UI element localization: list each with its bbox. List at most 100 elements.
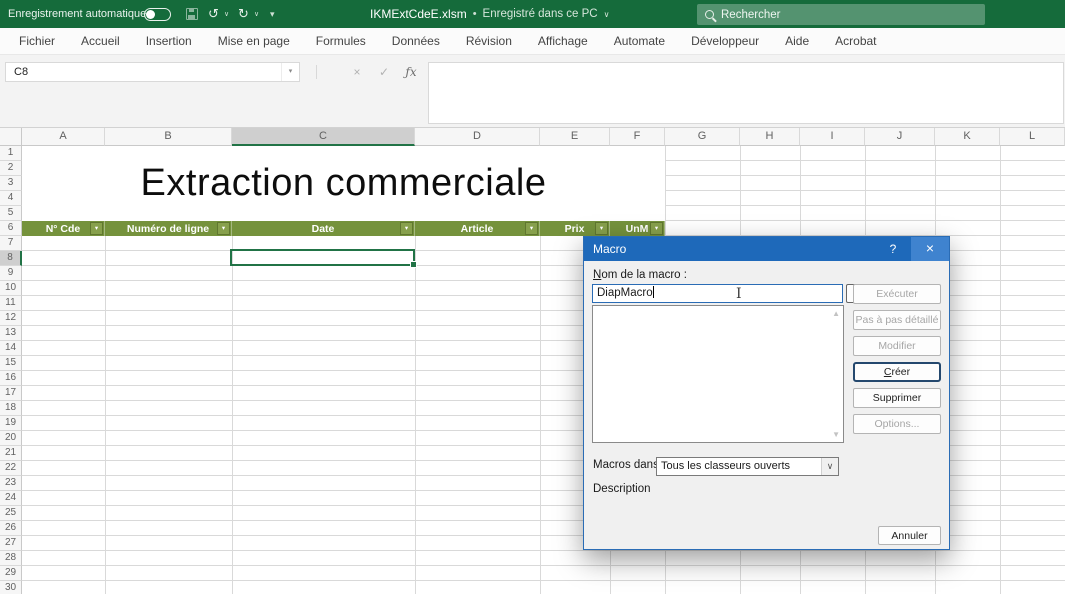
row-header[interactable]: 15: [0, 356, 22, 371]
scroll-up-icon[interactable]: ▲: [832, 309, 840, 318]
ribbon-tab[interactable]: Révision: [453, 28, 525, 54]
row-header[interactable]: 3: [0, 176, 22, 191]
undo-dropdown-icon[interactable]: ∨: [224, 0, 229, 28]
edit-button[interactable]: Modifier: [853, 336, 941, 356]
filter-icon[interactable]: ▾: [595, 222, 608, 235]
filter-icon[interactable]: ▾: [90, 222, 103, 235]
execute-button[interactable]: Exécuter: [853, 284, 941, 304]
table-header-numero-ligne[interactable]: Numéro de ligne ▾: [105, 221, 232, 236]
row-header[interactable]: 14: [0, 341, 22, 356]
redo-icon[interactable]: ↻: [238, 0, 249, 28]
redo-dropdown-icon[interactable]: ∨: [254, 0, 259, 28]
row-header[interactable]: 23: [0, 476, 22, 491]
file-title[interactable]: IKMExtCdeE.xlsm • Enregistré dans ce PC …: [370, 0, 609, 28]
row-header[interactable]: 30: [0, 581, 22, 594]
row-header[interactable]: 24: [0, 491, 22, 506]
name-box[interactable]: C8 ▾: [5, 62, 300, 82]
autosave-toggle[interactable]: [144, 8, 171, 21]
table-header-article[interactable]: Article ▾: [415, 221, 540, 236]
help-icon[interactable]: ?: [877, 237, 909, 261]
macro-name-input[interactable]: DiapMacro: [592, 284, 843, 303]
row-header[interactable]: 17: [0, 386, 22, 401]
close-icon[interactable]: ×: [911, 237, 949, 261]
filter-icon[interactable]: ▾: [400, 222, 413, 235]
column-header[interactable]: E: [540, 128, 610, 146]
name-box-dropdown-icon[interactable]: ▾: [281, 63, 299, 81]
column-header[interactable]: L: [1000, 128, 1065, 146]
row-header[interactable]: 12: [0, 311, 22, 326]
row-header[interactable]: 8: [0, 251, 22, 266]
step-into-button[interactable]: Pas à pas détaillé: [853, 310, 941, 330]
macro-list[interactable]: ▲ ▼: [592, 305, 844, 443]
row-header[interactable]: 6: [0, 221, 22, 236]
row-header[interactable]: 25: [0, 506, 22, 521]
column-header[interactable]: H: [740, 128, 800, 146]
ribbon-tab[interactable]: Mise en page: [205, 28, 303, 54]
ribbon-tab[interactable]: Accueil: [68, 28, 133, 54]
cancel-button[interactable]: Annuler: [878, 526, 941, 545]
macros-in-dropdown[interactable]: Tous les classeurs ouverts ∨: [656, 457, 839, 476]
confirm-entry-icon[interactable]: ✓: [372, 62, 396, 82]
ribbon-tab[interactable]: Affichage: [525, 28, 601, 54]
filter-icon[interactable]: ▾: [650, 222, 663, 235]
create-button[interactable]: Créer: [853, 362, 941, 382]
ribbon-tab[interactable]: Automate: [601, 28, 678, 54]
column-header[interactable]: K: [935, 128, 1000, 146]
column-header[interactable]: J: [865, 128, 935, 146]
row-header[interactable]: 2: [0, 161, 22, 176]
table-header-prix[interactable]: Prix ▾: [540, 221, 610, 236]
column-header[interactable]: A: [22, 128, 105, 146]
scroll-down-icon[interactable]: ▼: [832, 430, 840, 439]
undo-icon[interactable]: ↺: [208, 0, 219, 28]
formula-bar-input[interactable]: [428, 62, 1064, 124]
ribbon-tab[interactable]: Insertion: [133, 28, 205, 54]
row-header[interactable]: 27: [0, 536, 22, 551]
table-header-ncde[interactable]: N° Cde ▾: [22, 221, 105, 236]
delete-button[interactable]: Supprimer: [853, 388, 941, 408]
search-box[interactable]: [697, 4, 985, 25]
ribbon-tab[interactable]: Formules: [303, 28, 379, 54]
row-header[interactable]: 13: [0, 326, 22, 341]
row-header[interactable]: 28: [0, 551, 22, 566]
column-header[interactable]: B: [105, 128, 232, 146]
row-header[interactable]: 4: [0, 191, 22, 206]
ribbon-tab[interactable]: Aide: [772, 28, 822, 54]
row-header[interactable]: 26: [0, 521, 22, 536]
insert-function-icon[interactable]: ƒx: [399, 62, 423, 82]
row-header[interactable]: 16: [0, 371, 22, 386]
column-header[interactable]: G: [665, 128, 740, 146]
select-all-corner[interactable]: [0, 128, 22, 146]
row-header[interactable]: 20: [0, 431, 22, 446]
row-header[interactable]: 22: [0, 461, 22, 476]
row-header[interactable]: 10: [0, 281, 22, 296]
selected-cell-outline[interactable]: [230, 249, 415, 266]
row-header[interactable]: 11: [0, 296, 22, 311]
ribbon-tab[interactable]: Fichier: [6, 28, 68, 54]
column-header[interactable]: F: [610, 128, 665, 146]
search-input[interactable]: [721, 9, 951, 21]
row-header[interactable]: 9: [0, 266, 22, 281]
row-header[interactable]: 18: [0, 401, 22, 416]
row-header[interactable]: 21: [0, 446, 22, 461]
table-header-unm[interactable]: UnM ▾: [610, 221, 665, 236]
row-header[interactable]: 1: [0, 146, 22, 161]
row-header[interactable]: 19: [0, 416, 22, 431]
sheet-title-cell[interactable]: Extraction commerciale: [22, 146, 665, 221]
row-header[interactable]: 7: [0, 236, 22, 251]
ribbon-tab[interactable]: Acrobat: [822, 28, 889, 54]
row-header[interactable]: 29: [0, 566, 22, 581]
filter-icon[interactable]: ▾: [217, 222, 230, 235]
quick-access-overflow-icon[interactable]: ▾: [270, 0, 275, 28]
file-name: IKMExtCdeE.xlsm: [370, 7, 467, 21]
table-header-date[interactable]: Date ▾: [232, 221, 415, 236]
row-header[interactable]: 5: [0, 206, 22, 221]
filter-icon[interactable]: ▾: [525, 222, 538, 235]
ribbon-tab[interactable]: Développeur: [678, 28, 772, 54]
cancel-entry-icon[interactable]: ×: [345, 62, 369, 82]
save-icon[interactable]: [186, 8, 198, 20]
ribbon-tab[interactable]: Données: [379, 28, 453, 54]
column-header[interactable]: D: [415, 128, 540, 146]
column-header[interactable]: I: [800, 128, 865, 146]
column-header-selected[interactable]: C: [232, 128, 415, 146]
options-button[interactable]: Options...: [853, 414, 941, 434]
